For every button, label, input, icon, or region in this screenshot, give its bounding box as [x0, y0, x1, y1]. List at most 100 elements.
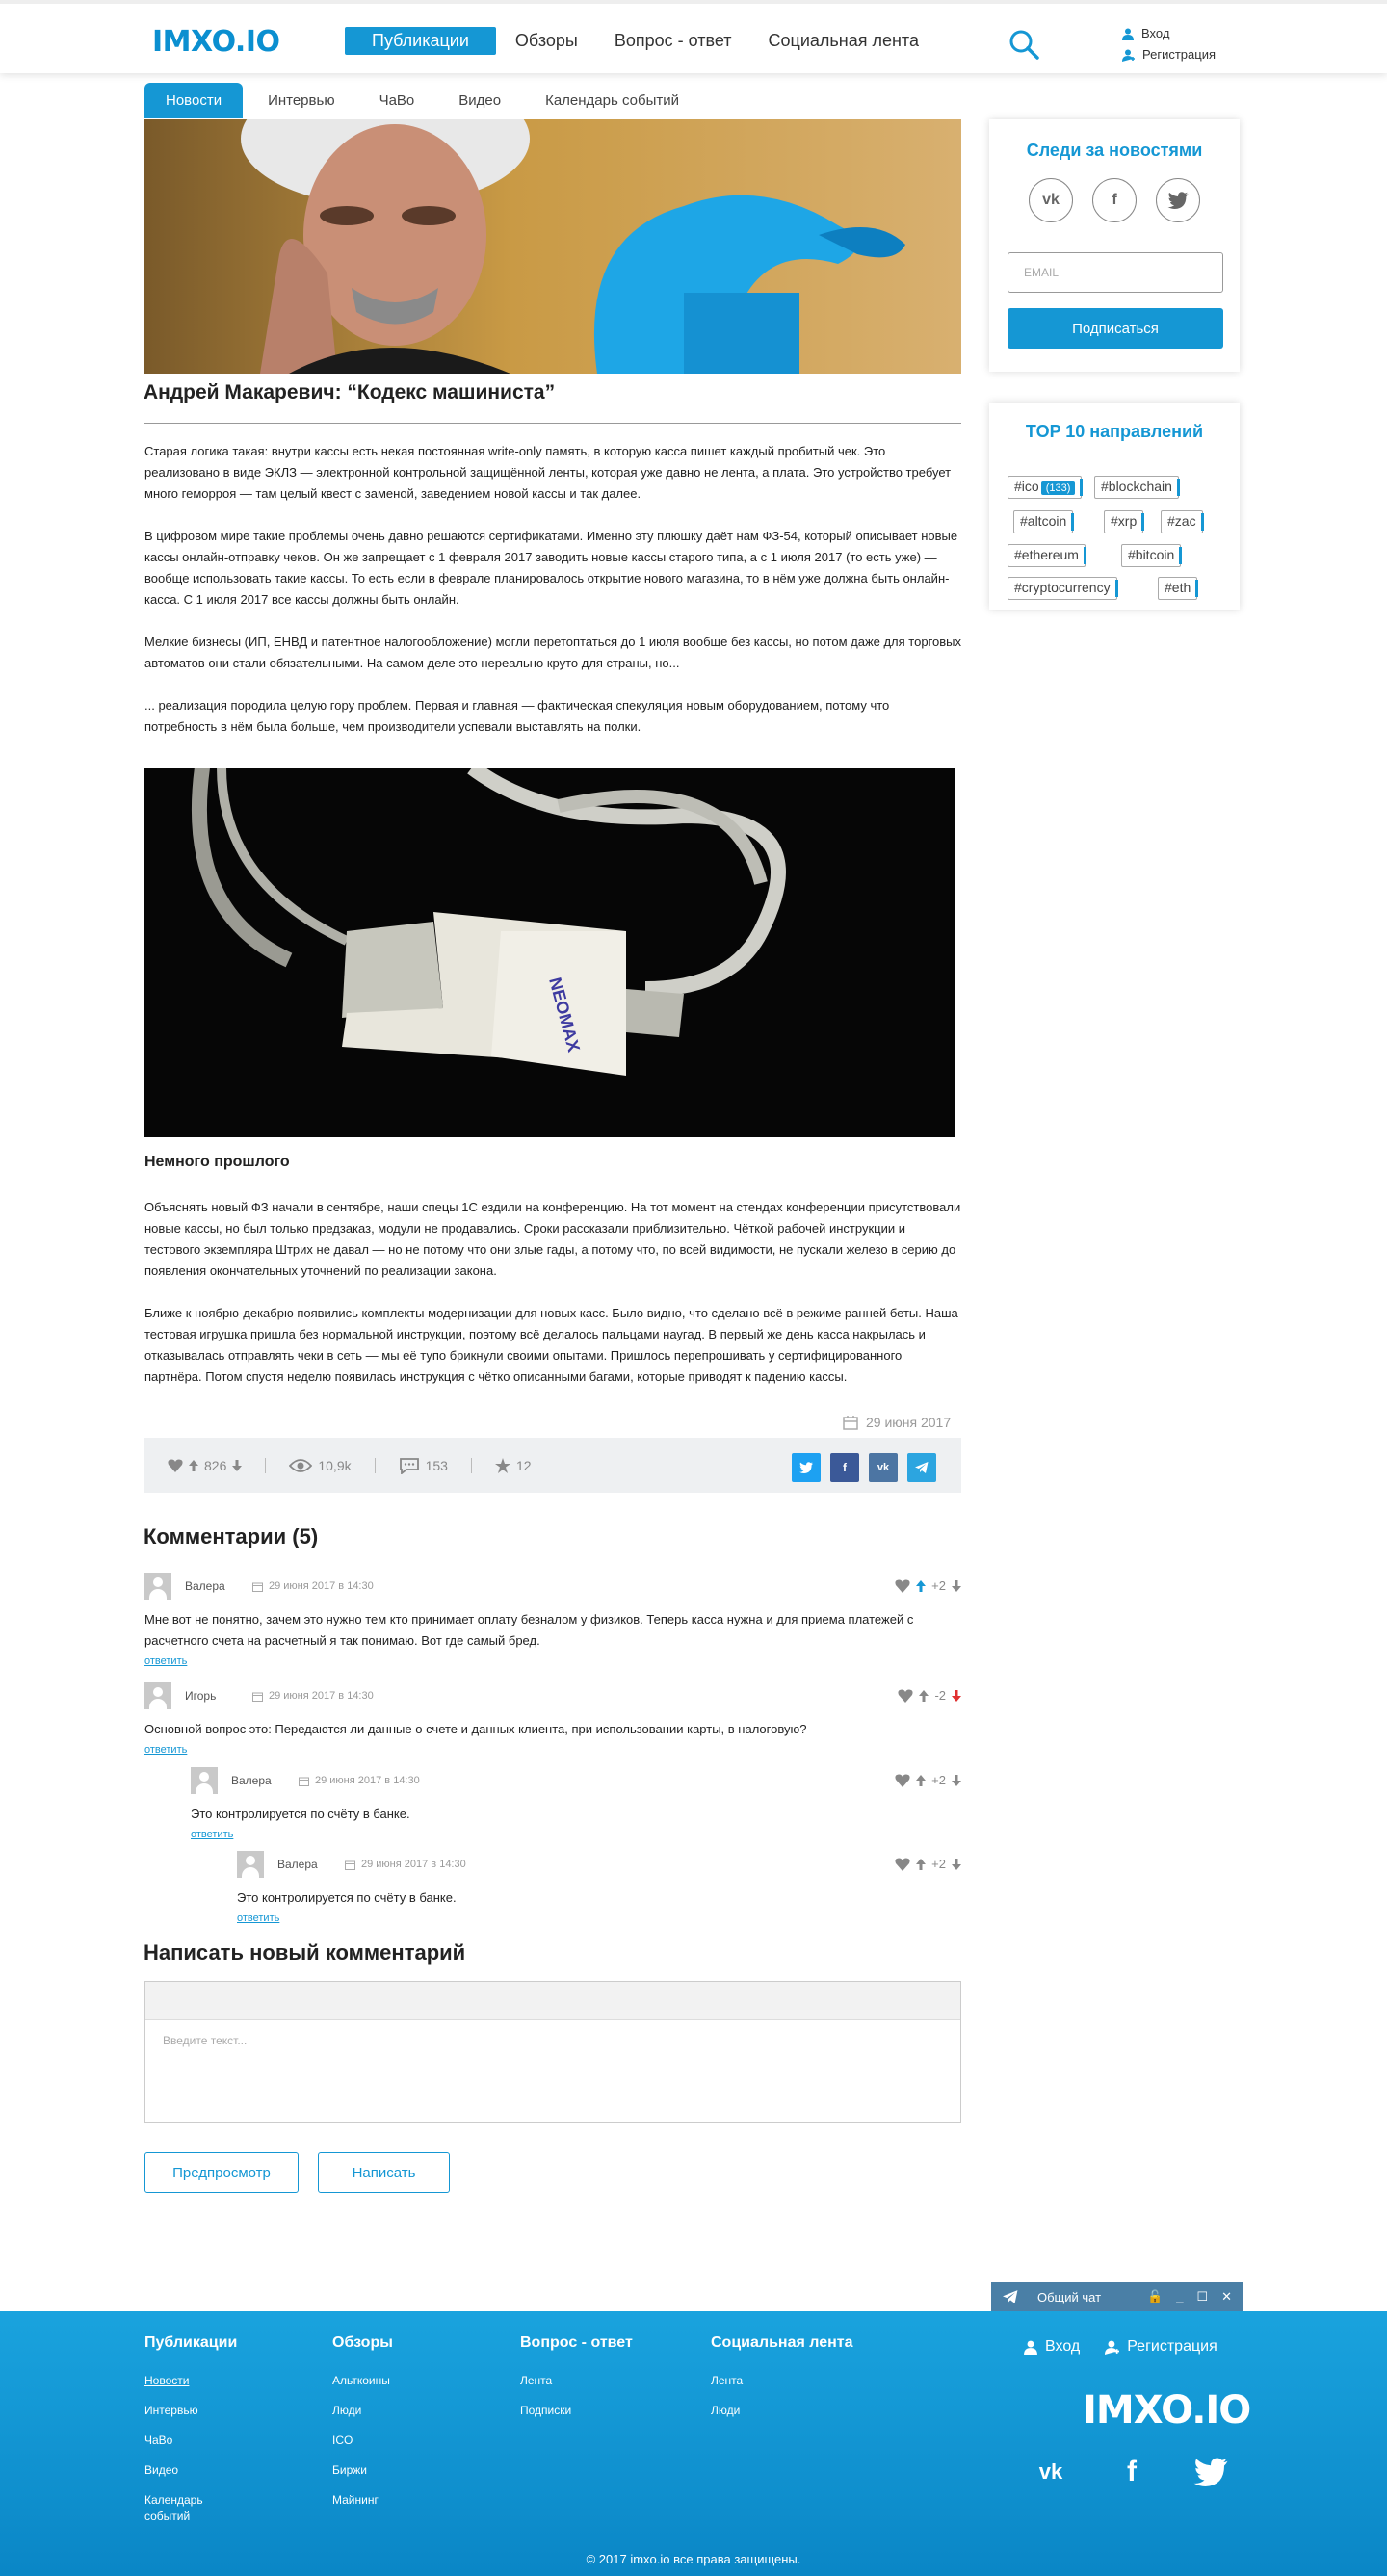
footer-facebook-icon[interactable]: f: [1108, 2448, 1156, 2496]
telegram-share-icon[interactable]: [907, 1453, 936, 1482]
tag-blockchain[interactable]: #blockchain: [1094, 476, 1180, 499]
star-icon[interactable]: [494, 1457, 510, 1473]
footer-login-link[interactable]: Вход: [1024, 2338, 1080, 2355]
footer-link[interactable]: Видео: [144, 2462, 237, 2479]
upvote-icon[interactable]: [919, 1689, 929, 1702]
upvote-icon[interactable]: [916, 1579, 927, 1592]
tab-news[interactable]: Новости: [144, 83, 244, 118]
comment-author[interactable]: Игорь: [185, 1689, 252, 1703]
footer-link[interactable]: Биржи: [332, 2462, 393, 2479]
tab-interviews[interactable]: Интервью: [249, 83, 354, 118]
avatar[interactable]: [144, 1573, 171, 1600]
chat-widget[interactable]: Общий чат 🔓 _ ☐ ✕: [991, 2282, 1243, 2311]
downvote-icon[interactable]: [232, 1459, 243, 1471]
close-icon[interactable]: ✕: [1221, 2289, 1232, 2304]
footer-link[interactable]: Альткоины: [332, 2373, 393, 2389]
tab-events[interactable]: Календарь событий: [526, 83, 698, 118]
tag-bitcoin[interactable]: #bitcoin: [1121, 544, 1183, 567]
footer-link[interactable]: Календарь событий: [144, 2492, 222, 2525]
nav-reviews[interactable]: Обзоры: [515, 27, 578, 55]
footer-link[interactable]: ЧаВо: [144, 2433, 237, 2449]
tag-label: #zac: [1167, 513, 1196, 529]
heart-icon[interactable]: [895, 1579, 910, 1593]
comment-author[interactable]: Валера: [185, 1579, 252, 1593]
footer-link[interactable]: Люди: [711, 2403, 853, 2419]
reply-link[interactable]: ответить: [191, 1829, 233, 1840]
submit-comment-button[interactable]: Написать: [318, 2152, 450, 2193]
downvote-icon[interactable]: [952, 1689, 961, 1702]
reply-link[interactable]: ответить: [144, 1744, 187, 1756]
vk-icon[interactable]: vk: [1029, 178, 1073, 222]
article-paragraph: ... реализация породила целую гору пробл…: [144, 698, 890, 734]
twitter-icon[interactable]: [1156, 178, 1200, 222]
share-buttons: f vk: [792, 1453, 936, 1482]
footer-twitter-icon[interactable]: [1187, 2448, 1235, 2496]
footer-link[interactable]: Лента: [711, 2373, 853, 2389]
twitter-share-icon[interactable]: [792, 1453, 821, 1482]
lock-icon[interactable]: 🔓: [1147, 2289, 1163, 2304]
facebook-icon[interactable]: f: [1092, 178, 1137, 222]
preview-button[interactable]: Предпросмотр: [144, 2152, 299, 2193]
nav-publications[interactable]: Публикации: [345, 27, 496, 55]
avatar[interactable]: [144, 1682, 171, 1709]
upvote-icon[interactable]: [189, 1459, 198, 1471]
footer-link[interactable]: Лента: [520, 2373, 633, 2389]
comment-textarea[interactable]: Введите текст...: [163, 2034, 247, 2047]
avatar[interactable]: [237, 1851, 264, 1878]
footer-vk-icon[interactable]: vk: [1027, 2448, 1075, 2496]
chat-controls: 🔓 _ ☐ ✕: [1147, 2289, 1243, 2304]
footer-link[interactable]: Майнинг: [332, 2492, 393, 2509]
heart-icon[interactable]: [895, 1774, 910, 1787]
tag-xrp[interactable]: #xrp: [1104, 510, 1145, 533]
heart-icon[interactable]: [898, 1689, 914, 1703]
heart-icon[interactable]: [168, 1459, 183, 1472]
login-link[interactable]: Вход: [1122, 23, 1216, 44]
minimize-icon[interactable]: _: [1176, 2289, 1183, 2304]
tag-ico[interactable]: #ico (133): [1008, 476, 1084, 499]
article-stats-bar: 826 10,9k 153 12 f vk: [144, 1438, 961, 1493]
facebook-share-icon[interactable]: f: [830, 1453, 859, 1482]
register-link[interactable]: Регистрация: [1122, 44, 1216, 65]
nav-qa[interactable]: Вопрос - ответ: [615, 27, 732, 55]
avatar[interactable]: [191, 1767, 218, 1794]
footer-link[interactable]: Интервью: [144, 2403, 237, 2419]
footer-link[interactable]: Новости: [144, 2373, 237, 2389]
vk-share-icon[interactable]: vk: [869, 1453, 898, 1482]
comment-author[interactable]: Валера: [231, 1774, 299, 1787]
maximize-icon[interactable]: ☐: [1196, 2289, 1208, 2304]
site-logo[interactable]: IMXO.IO: [152, 25, 280, 59]
downvote-icon[interactable]: [952, 1579, 961, 1592]
footer-link[interactable]: Подписки: [520, 2403, 633, 2419]
tag-zac[interactable]: #zac: [1161, 510, 1204, 533]
article-date: 29 июня 2017: [843, 1415, 951, 1430]
tab-video[interactable]: Видео: [439, 83, 520, 118]
reply-link[interactable]: ответить: [144, 1655, 187, 1667]
tag-ethereum[interactable]: #ethereum: [1008, 544, 1086, 567]
downvote-icon[interactable]: [952, 1774, 961, 1786]
footer-register-link[interactable]: Регистрация: [1105, 2338, 1217, 2355]
footer-link[interactable]: Люди: [332, 2403, 393, 2419]
tag-label: #ethereum: [1014, 547, 1079, 562]
tab-faq[interactable]: ЧаВо: [360, 83, 434, 118]
footer-col-title: Публикации: [144, 2334, 238, 2351]
upvote-icon[interactable]: [916, 1858, 927, 1870]
footer-logo[interactable]: IMXO.IO: [1083, 2388, 1251, 2433]
subscribe-button[interactable]: Подписаться: [1008, 308, 1223, 349]
calendar-icon: [252, 1582, 263, 1592]
tag-eth[interactable]: #eth: [1158, 577, 1199, 600]
comments-title: Комментарии (5): [144, 1524, 319, 1548]
upvote-icon[interactable]: [916, 1774, 927, 1786]
email-field[interactable]: EMAIL: [1008, 252, 1223, 293]
nav-social-feed[interactable]: Социальная лента: [769, 27, 919, 55]
search-icon[interactable]: [1008, 29, 1039, 60]
comment-editor[interactable]: Введите текст...: [144, 1981, 961, 2123]
tag-label: #bitcoin: [1128, 547, 1175, 562]
tag-cryptocurrency[interactable]: #cryptocurrency: [1008, 577, 1118, 600]
tag-altcoin[interactable]: #altcoin: [1013, 510, 1075, 533]
footer-link[interactable]: ICO: [332, 2433, 393, 2449]
downvote-icon[interactable]: [952, 1858, 961, 1870]
reply-link[interactable]: ответить: [237, 1912, 279, 1924]
section-heading: Немного прошлого: [144, 1154, 290, 1170]
comment-author[interactable]: Валера: [277, 1858, 345, 1871]
heart-icon[interactable]: [895, 1858, 910, 1871]
